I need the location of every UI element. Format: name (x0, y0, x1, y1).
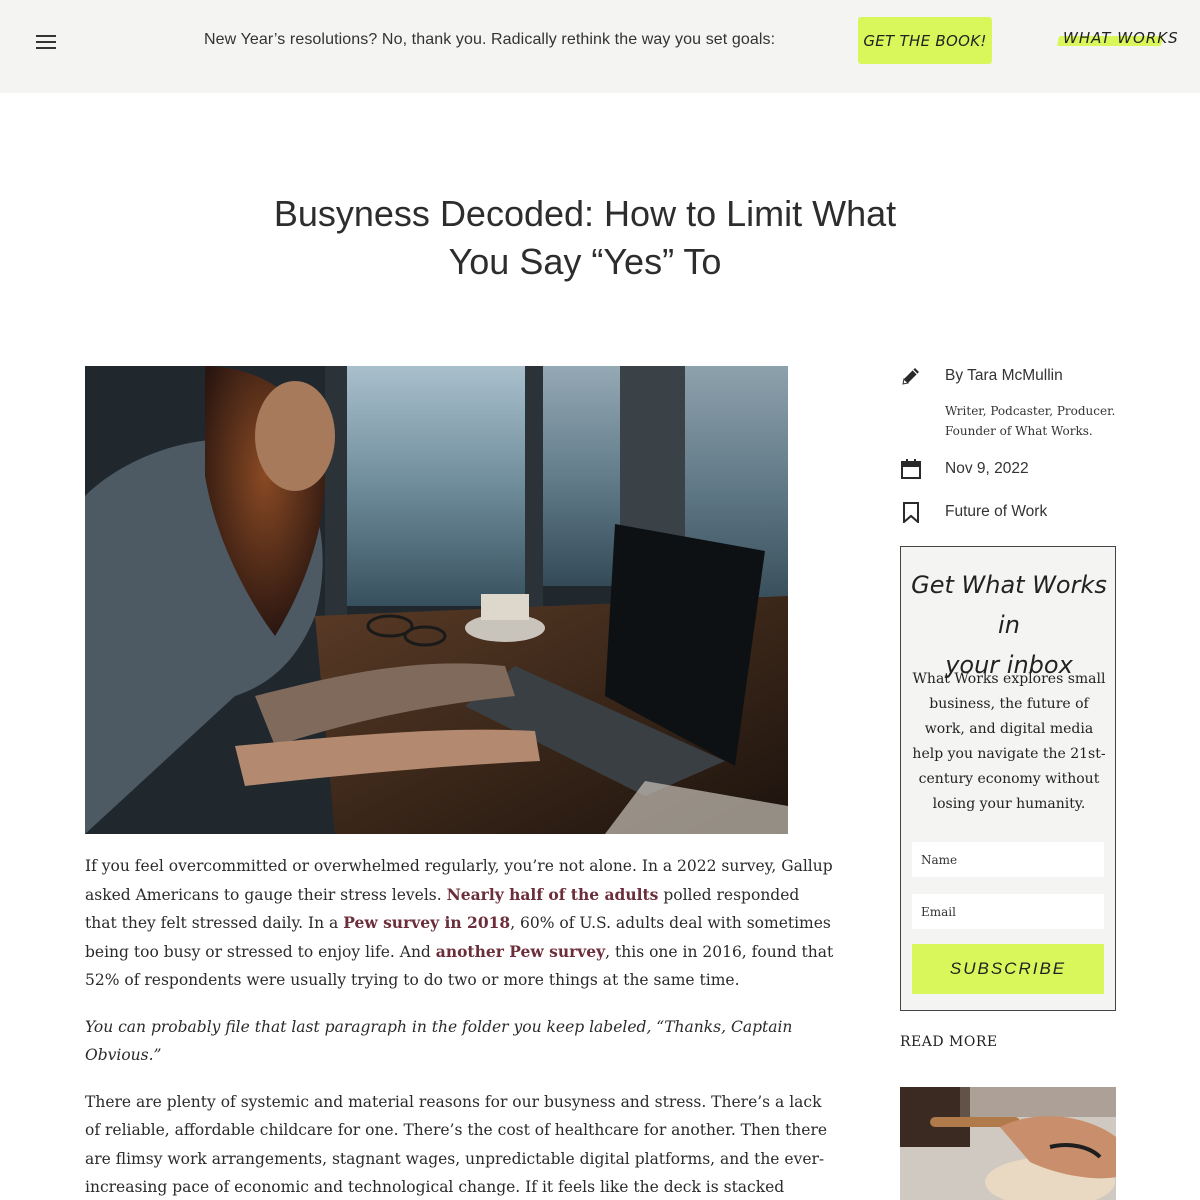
link-nearly-half[interactable]: Nearly half of the adults (447, 885, 659, 904)
dough-illustration (900, 1087, 1116, 1200)
bio-line-2: Founder of What Works. (945, 424, 1093, 438)
newsletter-title-line-1: Get What Works in (911, 571, 1107, 639)
article-body: If you feel overcommitted or overwhelmed… (85, 852, 835, 1200)
page-title: Busyness Decoded: How to Limit What You … (240, 190, 930, 286)
get-the-book-button[interactable]: GET THE BOOK! (858, 17, 992, 64)
top-banner: New Year’s resolutions? No, thank you. R… (0, 0, 1200, 93)
bio-line-1: Writer, Podcaster, Producer. (945, 404, 1116, 418)
promo-text: New Year’s resolutions? No, thank you. R… (204, 31, 776, 48)
hero-illustration (85, 366, 788, 834)
author-bio: Writer, Podcaster, Producer. Founder of … (945, 401, 1125, 441)
category-row: Future of Work (900, 501, 1047, 523)
title-line-1: Busyness Decoded: How to Limit What (273, 193, 897, 234)
name-field[interactable] (912, 842, 1104, 877)
pencil-icon (902, 368, 919, 385)
read-more-thumbnail[interactable] (900, 1087, 1116, 1200)
email-field[interactable] (912, 894, 1104, 929)
logo-text: WHAT WORKS (1063, 29, 1179, 47)
publish-date: Nov 9, 2022 (945, 460, 1029, 477)
subscribe-button[interactable]: SUBSCRIBE (912, 944, 1104, 994)
newsletter-description: What Works explores small business, the … (912, 671, 1106, 812)
author-row: By Tara McMullin (900, 365, 1063, 387)
site-logo[interactable]: WHAT WORKS (1056, 29, 1178, 49)
calendar-icon (901, 459, 921, 479)
read-more-heading: READ MORE (900, 1034, 998, 1050)
title-line-2: You Say “Yes” To (448, 241, 722, 282)
link-another-pew-survey[interactable]: another Pew survey (436, 942, 605, 961)
hamburger-menu-icon[interactable] (36, 35, 56, 49)
paragraph-2: You can probably file that last paragrap… (85, 1013, 835, 1070)
bookmark-icon (903, 502, 919, 523)
hero-image (85, 366, 788, 834)
paragraph-3: There are plenty of systemic and materia… (85, 1092, 828, 1197)
link-pew-survey-2018[interactable]: Pew survey in 2018 (343, 913, 510, 932)
category-link[interactable]: Future of Work (945, 503, 1047, 521)
p2-text: You can probably file that last paragrap… (85, 1017, 793, 1065)
author-name[interactable]: By Tara McMullin (945, 367, 1063, 385)
newsletter-signup: Get What Works in your inbox What Works … (900, 546, 1116, 1011)
date-row: Nov 9, 2022 (900, 458, 1029, 480)
paragraph-1: If you feel overcommitted or overwhelmed… (85, 852, 835, 995)
